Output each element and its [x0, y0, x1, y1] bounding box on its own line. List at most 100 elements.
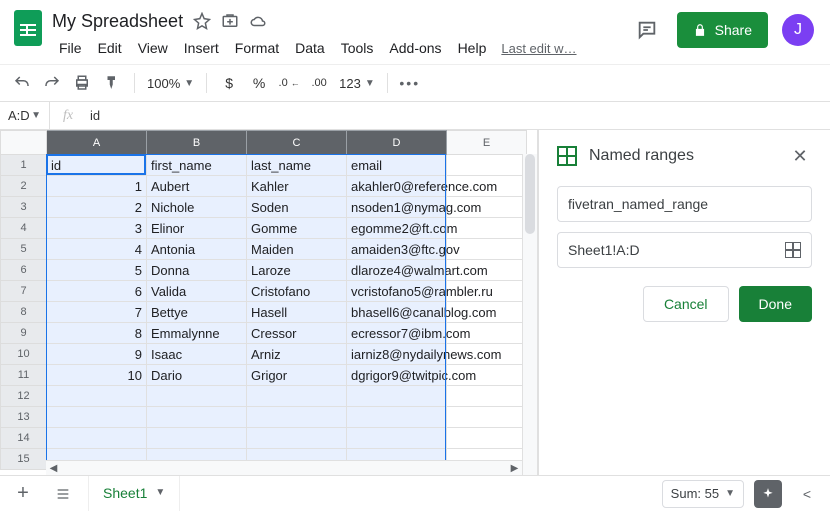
row-header[interactable]: 3 — [1, 197, 47, 218]
cell[interactable]: bhasell6@canalblog.com — [347, 302, 447, 323]
last-edit-link[interactable]: Last edit w… — [501, 41, 576, 56]
cell[interactable]: Cressor — [247, 323, 347, 344]
cell[interactable]: akahler0@reference.com — [347, 176, 447, 197]
side-panel-toggle-icon[interactable]: < — [792, 479, 822, 509]
cell[interactable] — [147, 386, 247, 407]
select-range-icon[interactable] — [785, 242, 801, 258]
menu-tools[interactable]: Tools — [334, 36, 381, 60]
menu-file[interactable]: File — [52, 36, 89, 60]
cell[interactable] — [447, 218, 527, 239]
cell[interactable]: Grigor — [247, 365, 347, 386]
cell[interactable]: Bettye — [147, 302, 247, 323]
share-button[interactable]: Share — [677, 12, 768, 48]
cell[interactable] — [147, 407, 247, 428]
cell[interactable]: dgrigor9@twitpic.com — [347, 365, 447, 386]
account-avatar[interactable]: J — [782, 14, 814, 46]
cell[interactable]: Donna — [147, 260, 247, 281]
zoom-dropdown[interactable]: 100%▼ — [143, 76, 198, 91]
cell[interactable] — [47, 407, 147, 428]
explore-icon[interactable] — [754, 480, 782, 508]
cell[interactable]: vcristofano5@rambler.ru — [347, 281, 447, 302]
cell[interactable]: nsoden1@nymag.com — [347, 197, 447, 218]
cell[interactable]: Soden — [247, 197, 347, 218]
star-icon[interactable] — [193, 12, 211, 30]
cell[interactable]: dlaroze4@walmart.com — [347, 260, 447, 281]
row-header[interactable]: 11 — [1, 365, 47, 386]
increase-decimal-button[interactable]: .00 — [305, 69, 333, 97]
cell[interactable]: 3 — [47, 218, 147, 239]
spreadsheet-grid[interactable]: ABCDE1idfirst_namelast_nameemail21Aubert… — [0, 130, 538, 475]
row-header[interactable]: 15 — [1, 449, 47, 470]
cell[interactable]: Emmalynne — [147, 323, 247, 344]
row-header[interactable]: 12 — [1, 386, 47, 407]
cell[interactable] — [47, 386, 147, 407]
cell[interactable]: 8 — [47, 323, 147, 344]
cell[interactable]: first_name — [147, 155, 247, 176]
decrease-decimal-button[interactable]: .0 ← — [275, 69, 303, 97]
row-header[interactable]: 8 — [1, 302, 47, 323]
move-icon[interactable] — [221, 12, 239, 30]
menu-view[interactable]: View — [131, 36, 175, 60]
undo-icon[interactable] — [8, 69, 36, 97]
comments-icon[interactable] — [631, 14, 663, 46]
done-button[interactable]: Done — [739, 286, 812, 322]
select-all-corner[interactable] — [1, 131, 47, 155]
row-header[interactable]: 4 — [1, 218, 47, 239]
cell[interactable] — [247, 407, 347, 428]
cell[interactable]: Hasell — [247, 302, 347, 323]
cell[interactable]: email — [347, 155, 447, 176]
cell[interactable]: Elinor — [147, 218, 247, 239]
format-percent-button[interactable]: % — [245, 69, 273, 97]
cell[interactable] — [247, 386, 347, 407]
cell[interactable] — [447, 428, 527, 449]
cell[interactable]: Cristofano — [247, 281, 347, 302]
menu-addons[interactable]: Add-ons — [382, 36, 448, 60]
cancel-button[interactable]: Cancel — [643, 286, 729, 322]
cell[interactable] — [47, 428, 147, 449]
cell[interactable]: 9 — [47, 344, 147, 365]
cell[interactable]: id — [47, 155, 147, 176]
cell[interactable]: ecressor7@ibm.com — [347, 323, 447, 344]
menu-data[interactable]: Data — [288, 36, 332, 60]
cell[interactable]: 6 — [47, 281, 147, 302]
cell[interactable]: 4 — [47, 239, 147, 260]
column-header-d[interactable]: D — [347, 131, 447, 155]
column-header-e[interactable]: E — [447, 131, 527, 155]
row-header[interactable]: 5 — [1, 239, 47, 260]
horizontal-scrollbar[interactable]: ◀▶ — [46, 460, 522, 475]
row-header[interactable]: 13 — [1, 407, 47, 428]
cell[interactable]: Gomme — [247, 218, 347, 239]
formula-input[interactable]: id — [86, 102, 830, 129]
row-header[interactable]: 9 — [1, 323, 47, 344]
cloud-status-icon[interactable] — [249, 12, 267, 30]
cell[interactable]: iarniz8@nydailynews.com — [347, 344, 447, 365]
range-name-input[interactable]: fivetran_named_range — [557, 186, 812, 222]
cell[interactable]: Kahler — [247, 176, 347, 197]
cell[interactable]: Isaac — [147, 344, 247, 365]
cell[interactable] — [447, 386, 527, 407]
column-header-b[interactable]: B — [147, 131, 247, 155]
cell[interactable] — [247, 428, 347, 449]
more-tools-icon[interactable]: ••• — [396, 69, 424, 97]
close-icon[interactable]: ✕ — [788, 144, 812, 168]
cell[interactable]: Laroze — [247, 260, 347, 281]
cell[interactable]: Valida — [147, 281, 247, 302]
cell[interactable]: Dario — [147, 365, 247, 386]
row-header[interactable]: 7 — [1, 281, 47, 302]
cell[interactable] — [347, 386, 447, 407]
redo-icon[interactable] — [38, 69, 66, 97]
vertical-scrollbar[interactable] — [522, 154, 537, 475]
cell[interactable]: Maiden — [247, 239, 347, 260]
column-header-c[interactable]: C — [247, 131, 347, 155]
cell[interactable]: amaiden3@ftc.gov — [347, 239, 447, 260]
cell[interactable] — [447, 407, 527, 428]
row-header[interactable]: 2 — [1, 176, 47, 197]
cell[interactable] — [447, 155, 527, 176]
paint-format-icon[interactable] — [98, 69, 126, 97]
column-header-a[interactable]: A — [47, 131, 147, 155]
menu-edit[interactable]: Edit — [91, 36, 129, 60]
cell[interactable]: egomme2@ft.com — [347, 218, 447, 239]
row-header[interactable]: 14 — [1, 428, 47, 449]
cell[interactable]: Nichole — [147, 197, 247, 218]
quicksum-dropdown[interactable]: Sum: 55 ▼ — [662, 480, 744, 508]
